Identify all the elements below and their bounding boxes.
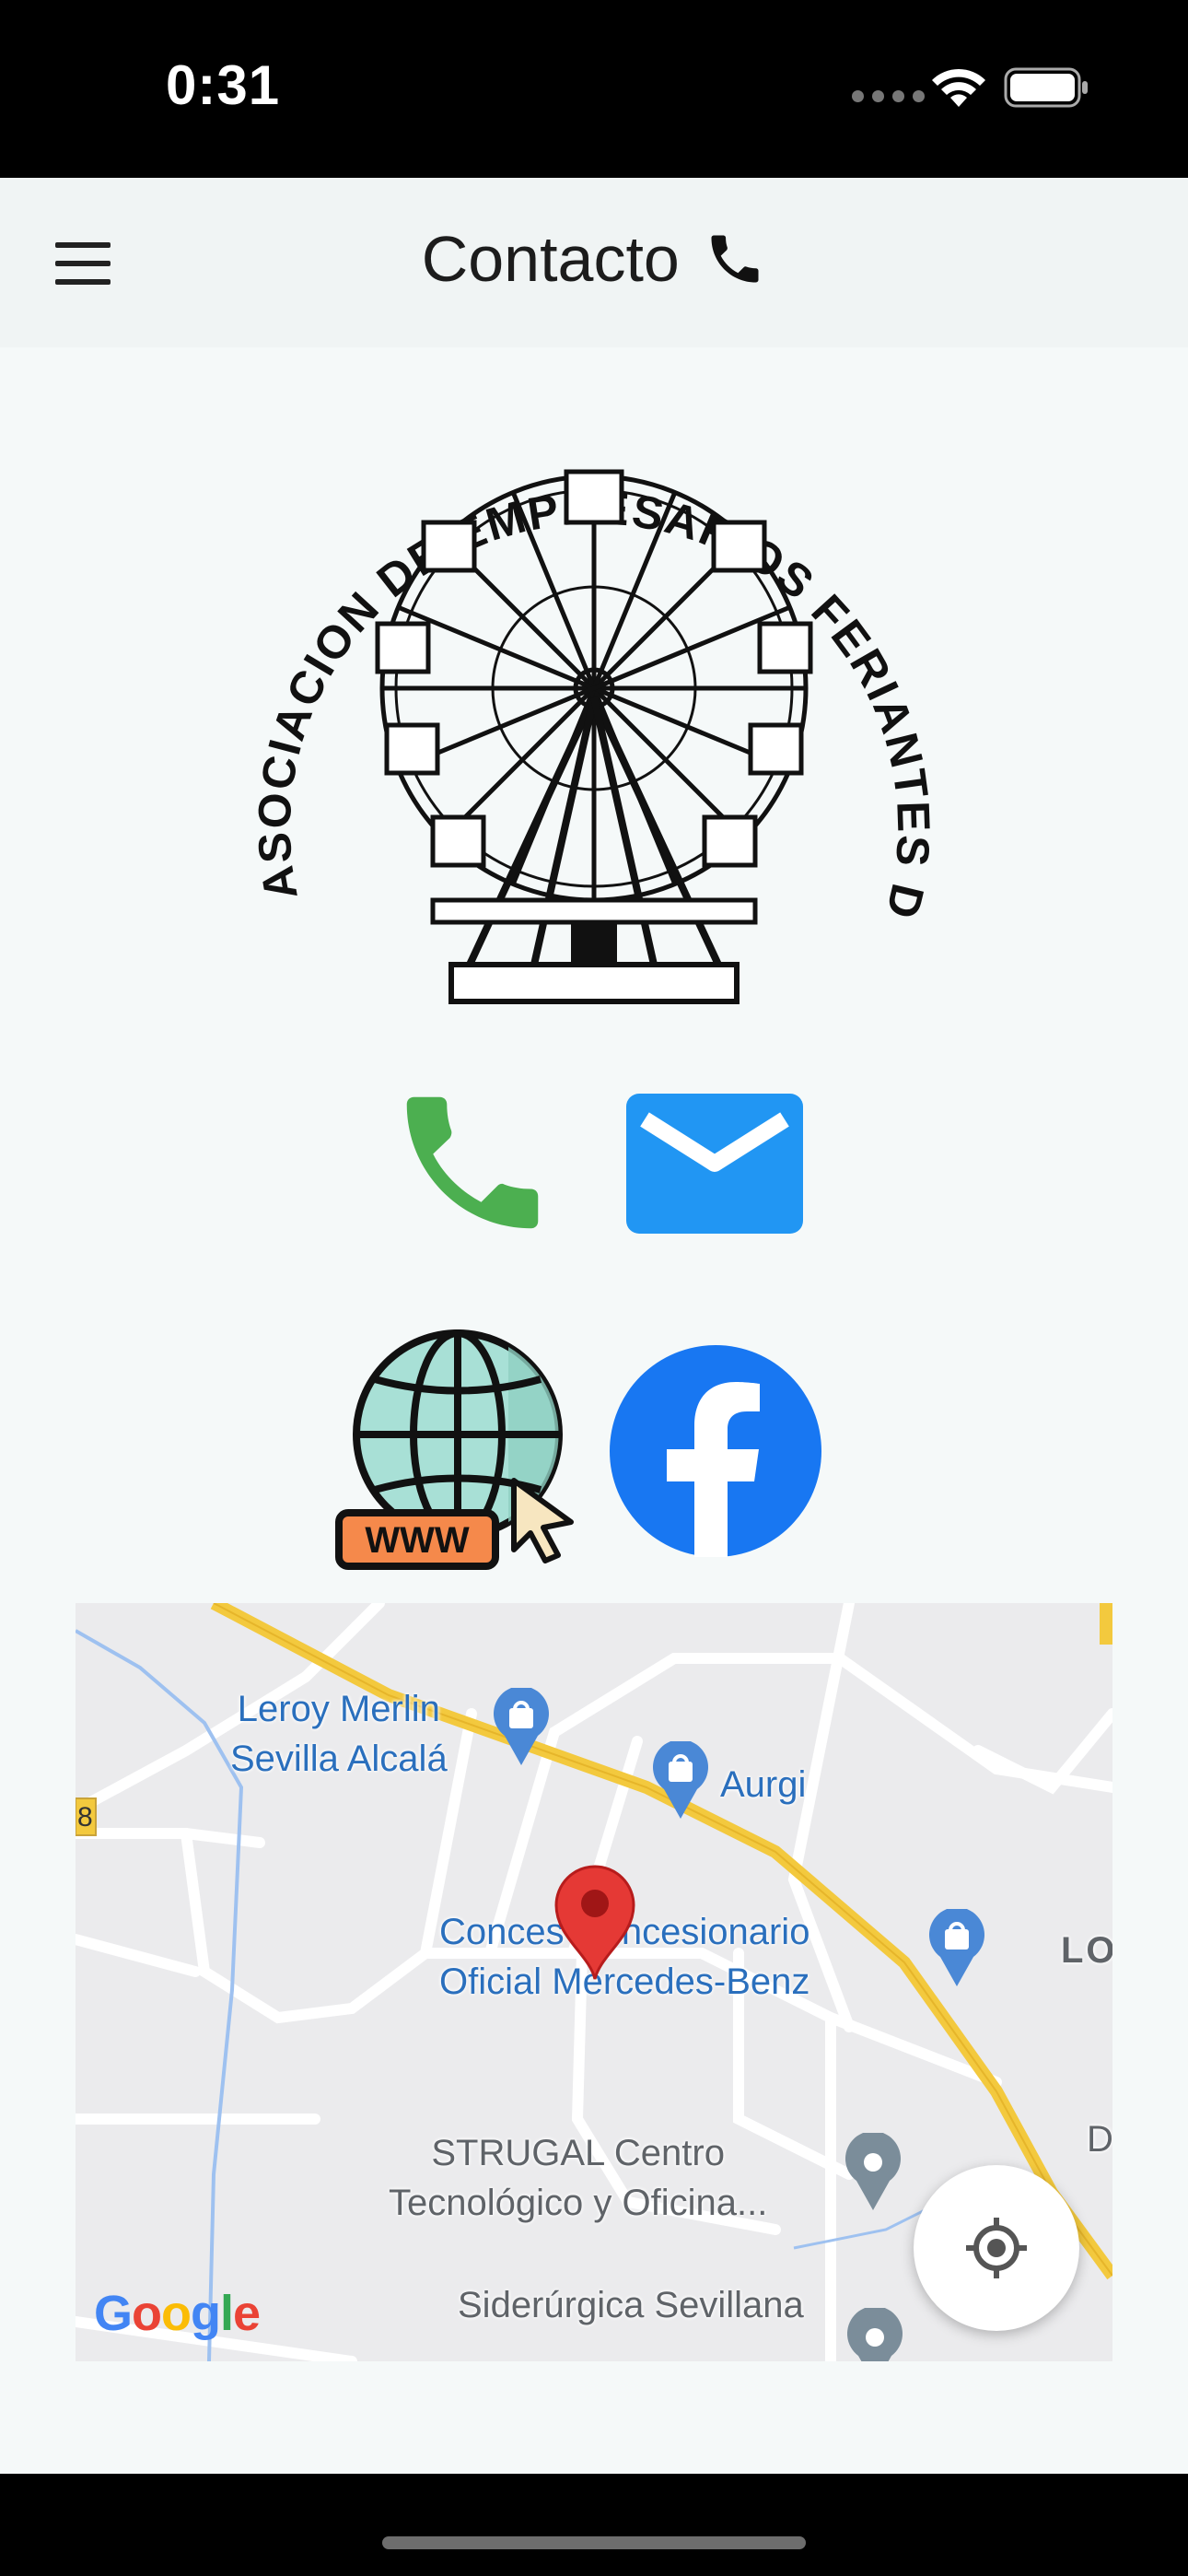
facebook-button[interactable] xyxy=(610,1345,821,1557)
map-label-aurgi: Aurgi xyxy=(720,1764,807,1805)
map-label-d: D xyxy=(1087,2119,1112,2160)
status-time: 0:31 xyxy=(166,54,281,116)
call-phone-button[interactable] xyxy=(385,1075,560,1250)
status-bar: 0:31 xyxy=(0,0,1188,178)
map-label-lo: LO xyxy=(1061,1930,1112,1971)
signal-dots-icon xyxy=(852,90,933,107)
shopping-pin-icon[interactable] xyxy=(927,1909,986,1986)
map-road-shield: 8 xyxy=(77,1802,93,1832)
wifi-icon xyxy=(932,68,985,107)
my-location-button[interactable] xyxy=(914,2165,1079,2331)
place-pin-icon[interactable] xyxy=(845,2308,904,2361)
app-bar: Contacto xyxy=(0,178,1188,347)
shopping-pin-icon[interactable] xyxy=(492,1688,551,1765)
home-indicator-area xyxy=(0,2474,1188,2576)
page-title: Contacto xyxy=(421,223,680,295)
home-indicator[interactable] xyxy=(382,2536,806,2549)
map-label-siderurgica: Siderúrgica Sevillana xyxy=(458,2285,804,2325)
google-attribution: Google xyxy=(94,2286,261,2341)
app-title-container: Contacto xyxy=(0,222,1188,296)
logo-text: ASOCIACION DE EMPRESARIOS FERIANTES DE A… xyxy=(239,384,938,925)
phone-icon xyxy=(711,235,759,283)
shopping-pin-icon[interactable] xyxy=(651,1741,710,1819)
location-marker-icon[interactable] xyxy=(553,1863,637,1981)
send-email-button[interactable] xyxy=(626,1094,803,1234)
map-label-strugal: STRUGAL Centro Tecnológico y Oficina... xyxy=(389,2133,768,2223)
crosshair-icon xyxy=(966,2218,1027,2278)
location-map[interactable]: Leroy Merlin Sevilla Alcalá Aurgi Conces… xyxy=(76,1603,1112,2361)
contact-content: ASOCIACION DE EMPRESARIOS FERIANTES DE A… xyxy=(0,347,1188,2474)
association-logo: ASOCIACION DE EMPRESARIOS FERIANTES DE A… xyxy=(239,384,939,1004)
www-globe-icon: WWW xyxy=(335,1329,574,1570)
website-button[interactable]: WWW xyxy=(333,1329,582,1573)
map-label-leroy-merlin: Leroy Merlin Sevilla Alcalá xyxy=(230,1689,448,1779)
battery-icon xyxy=(1004,67,1088,108)
www-badge-label: WWW xyxy=(365,1520,470,1561)
svg-text:ASOCIACION DE EMPRESARIOS FERI: ASOCIACION DE EMPRESARIOS FERIANTES DE A… xyxy=(239,384,939,925)
place-pin-icon[interactable] xyxy=(844,2133,903,2210)
